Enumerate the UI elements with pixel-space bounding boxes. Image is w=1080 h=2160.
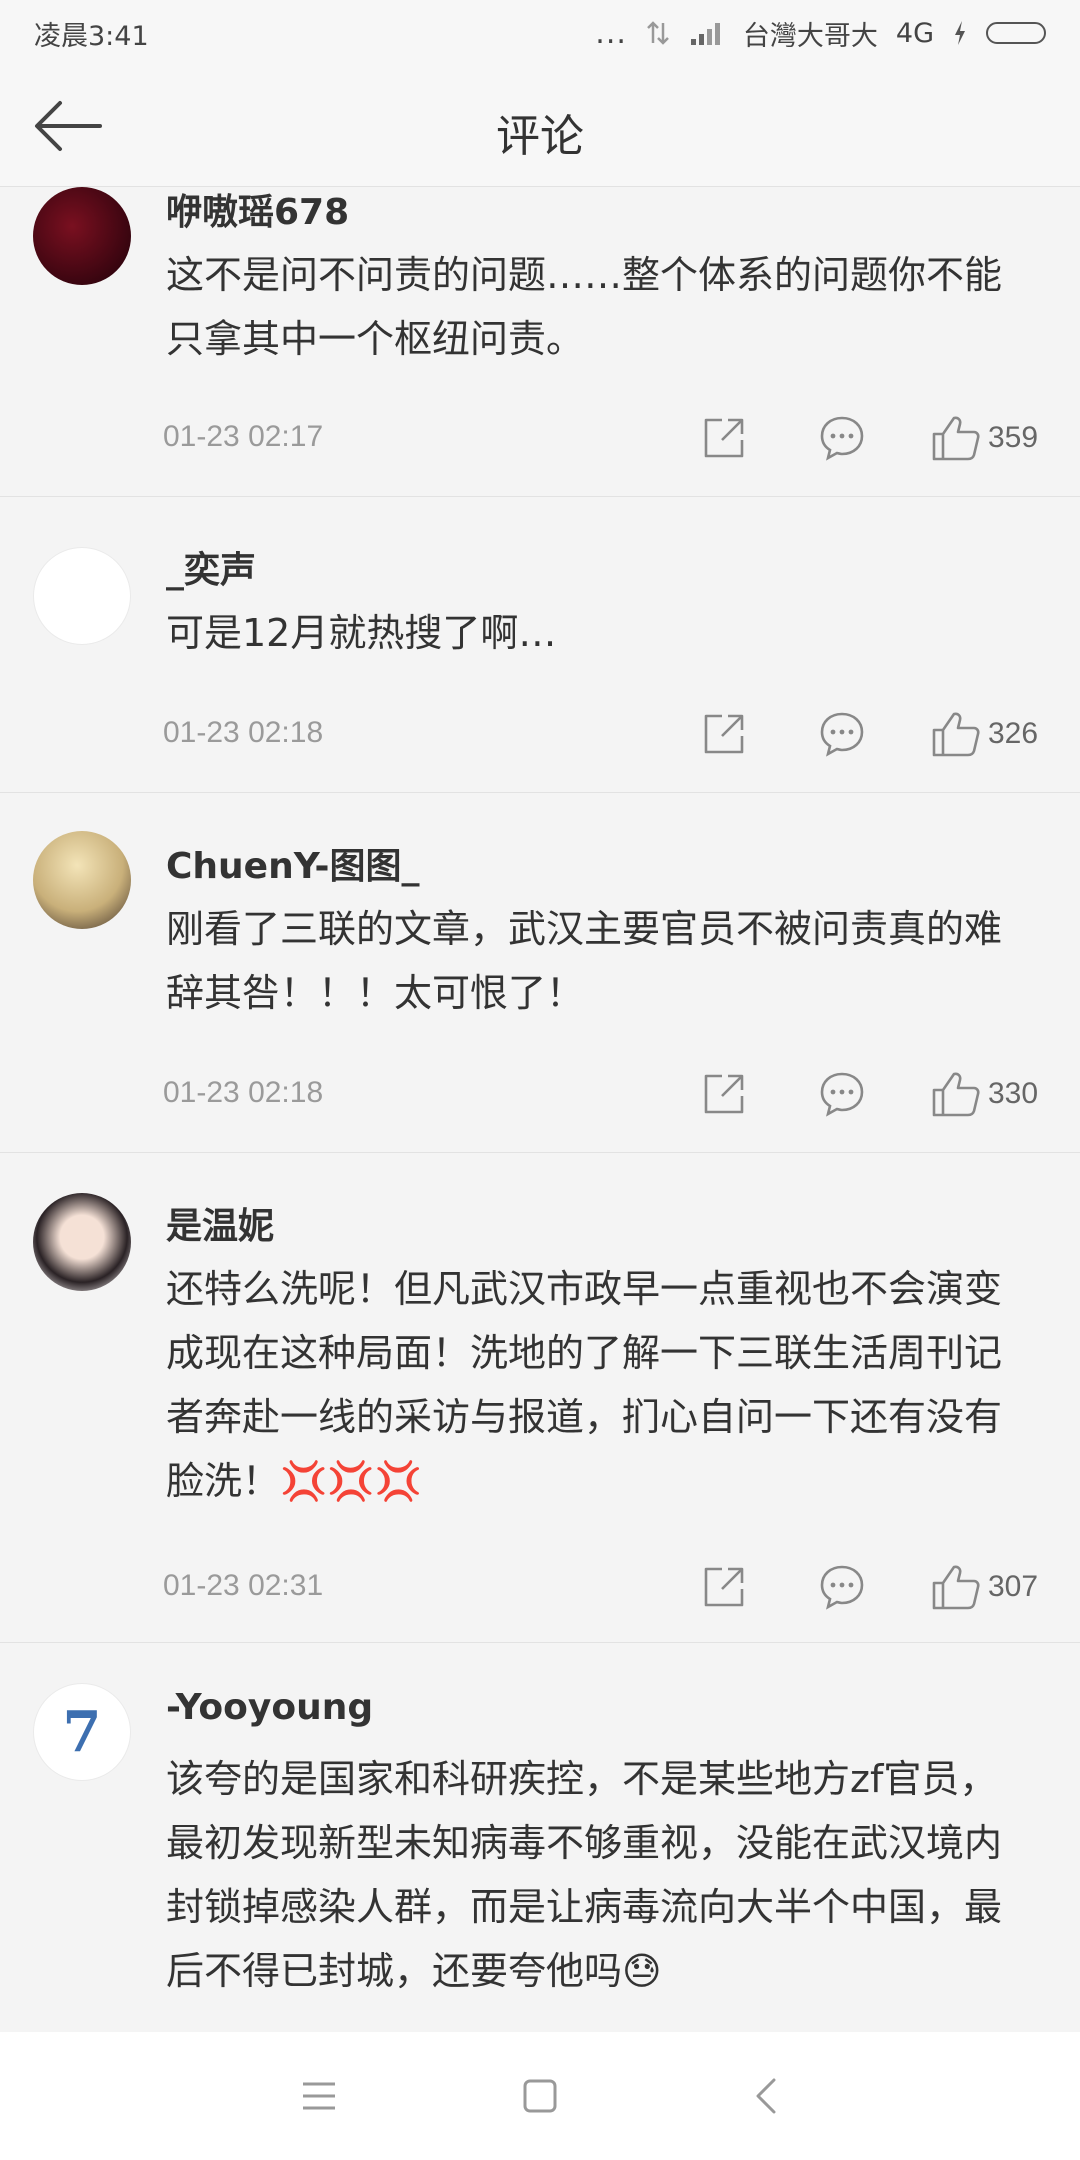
thumbs-up-icon [932,1565,980,1610]
comment-item: 咿嗷瑶678 这不是问不问责的问题……整个体系的问题你不能只拿其中一个枢纽问责。… [0,187,1080,497]
like-count: 359 [988,421,1039,454]
network-type: 4G [895,17,934,49]
share-button[interactable] [700,710,748,758]
comment-username[interactable]: ChuenY-图图_ [166,837,419,889]
charging-icon [955,21,965,45]
like-button[interactable]: 326 [930,710,1060,758]
avatar-label: 7 [62,1699,102,1765]
comment-text: 该夸的是国家和科研疾控，不是某些地方zf官员，最初发现新型未知病毒不够重视，没能… [166,1747,1026,2003]
like-count: 330 [988,1077,1039,1110]
avatar[interactable]: 7 [33,1683,131,1781]
comment-time: 01-23 02:17 [163,420,324,453]
like-button[interactable]: 307 [930,1563,1060,1611]
menu-icon [303,2082,335,2110]
reply-button[interactable] [818,1563,866,1611]
share-icon [704,1074,744,1114]
comment-text: 可是12月就热搜了啊… [166,611,557,655]
battery-icon [986,22,1046,44]
carrier-name: 台灣大哥大 [742,20,878,52]
avatar[interactable] [33,831,131,929]
comment-username[interactable]: 咿嗷瑶678 [166,183,349,235]
comment-item: 7 -Yooyoung 该夸的是国家和科研疾控，不是某些地方zf官员，最初发现新… [0,1643,1080,2033]
comment-meta: 01-23 02:18 326 [0,704,1080,764]
avatar[interactable] [33,187,131,285]
comment-username[interactable]: 是温妮 [166,1197,274,1249]
share-icon [704,418,744,458]
comment-username[interactable]: _奕声 [166,541,256,593]
menu-button[interactable] [295,2072,343,2120]
comment-item: _奕声 可是12月就热搜了啊… 01-23 02:18 326 [0,497,1080,793]
comment-time: 01-23 02:18 [163,1076,324,1109]
reply-button[interactable] [818,710,866,758]
comment-meta: 01-23 02:17 359 [0,408,1080,468]
like-count: 326 [988,717,1039,750]
avatar[interactable] [33,547,131,645]
like-button[interactable]: 330 [930,1070,1060,1118]
share-icon [704,714,744,754]
sweat-emoji: 😓 [622,1949,662,1993]
comment-item: 是温妮 还特么洗呢！但凡武汉市政早一点重视也不会演变成现在这种局面！洗地的了解一… [0,1153,1080,1643]
comment-text: 这不是问不问责的问题……整个体系的问题你不能只拿其中一个枢纽问责。 [166,253,1003,361]
more-notifications-icon: ... [595,15,627,51]
comment-bubble-icon [820,1072,864,1117]
avatar[interactable] [33,1193,131,1291]
anger-emoji: 💢💢💢 [280,1459,422,1503]
share-button[interactable] [700,1563,748,1611]
home-button[interactable] [516,2072,564,2120]
comment-meta: 01-23 02:18 330 [0,1064,1080,1124]
comment-text: 刚看了三联的文章，武汉主要官员不被问责真的难辞其咎！！！太可恨了！ [166,907,1003,1015]
thumbs-up-icon [932,712,980,757]
comment-time: 01-23 02:31 [163,1569,324,1602]
signal-icon [690,23,720,45]
share-icon [704,1567,744,1607]
status-bar: 凌晨3:41 ... 台灣大哥大 4G [0,0,1080,66]
reply-button[interactable] [818,1070,866,1118]
chevron-left-icon [756,2078,776,2114]
like-button[interactable]: 359 [930,414,1060,462]
data-transfer-icon [647,21,669,45]
comment-time: 01-23 02:18 [163,716,324,749]
comment-username[interactable]: -Yooyoung [166,1687,373,1728]
comment-text: 还特么洗呢！但凡武汉市政早一点重视也不会演变成现在这种局面！洗地的了解一下三联生… [166,1257,1026,1513]
comment-text-body: 该夸的是国家和科研疾控，不是某些地方zf官员，最初发现新型未知病毒不够重视，没能… [166,1757,1003,1993]
comment-item: ChuenY-图图_ 刚看了三联的文章，武汉主要官员不被问责真的难辞其咎！！！太… [0,793,1080,1153]
system-nav-bar [0,2032,1080,2160]
share-button[interactable] [700,1070,748,1118]
header: 评论 [0,66,1080,187]
comment-bubble-icon [820,712,864,757]
reply-button[interactable] [818,414,866,462]
comment-meta: 01-23 02:31 307 [0,1557,1080,1617]
thumbs-up-icon [932,416,980,461]
comment-bubble-icon [820,1565,864,1610]
page-title: 评论 [496,111,584,162]
like-count: 307 [988,1570,1039,1603]
status-time: 凌晨3:41 [34,20,149,52]
nav-back-button[interactable] [744,2072,792,2120]
comment-bubble-icon [820,416,864,461]
status-indicators: ... 台灣大哥大 4G [595,14,1046,53]
home-square-icon [523,2079,557,2113]
share-button[interactable] [700,414,748,462]
thumbs-up-icon [932,1072,980,1117]
